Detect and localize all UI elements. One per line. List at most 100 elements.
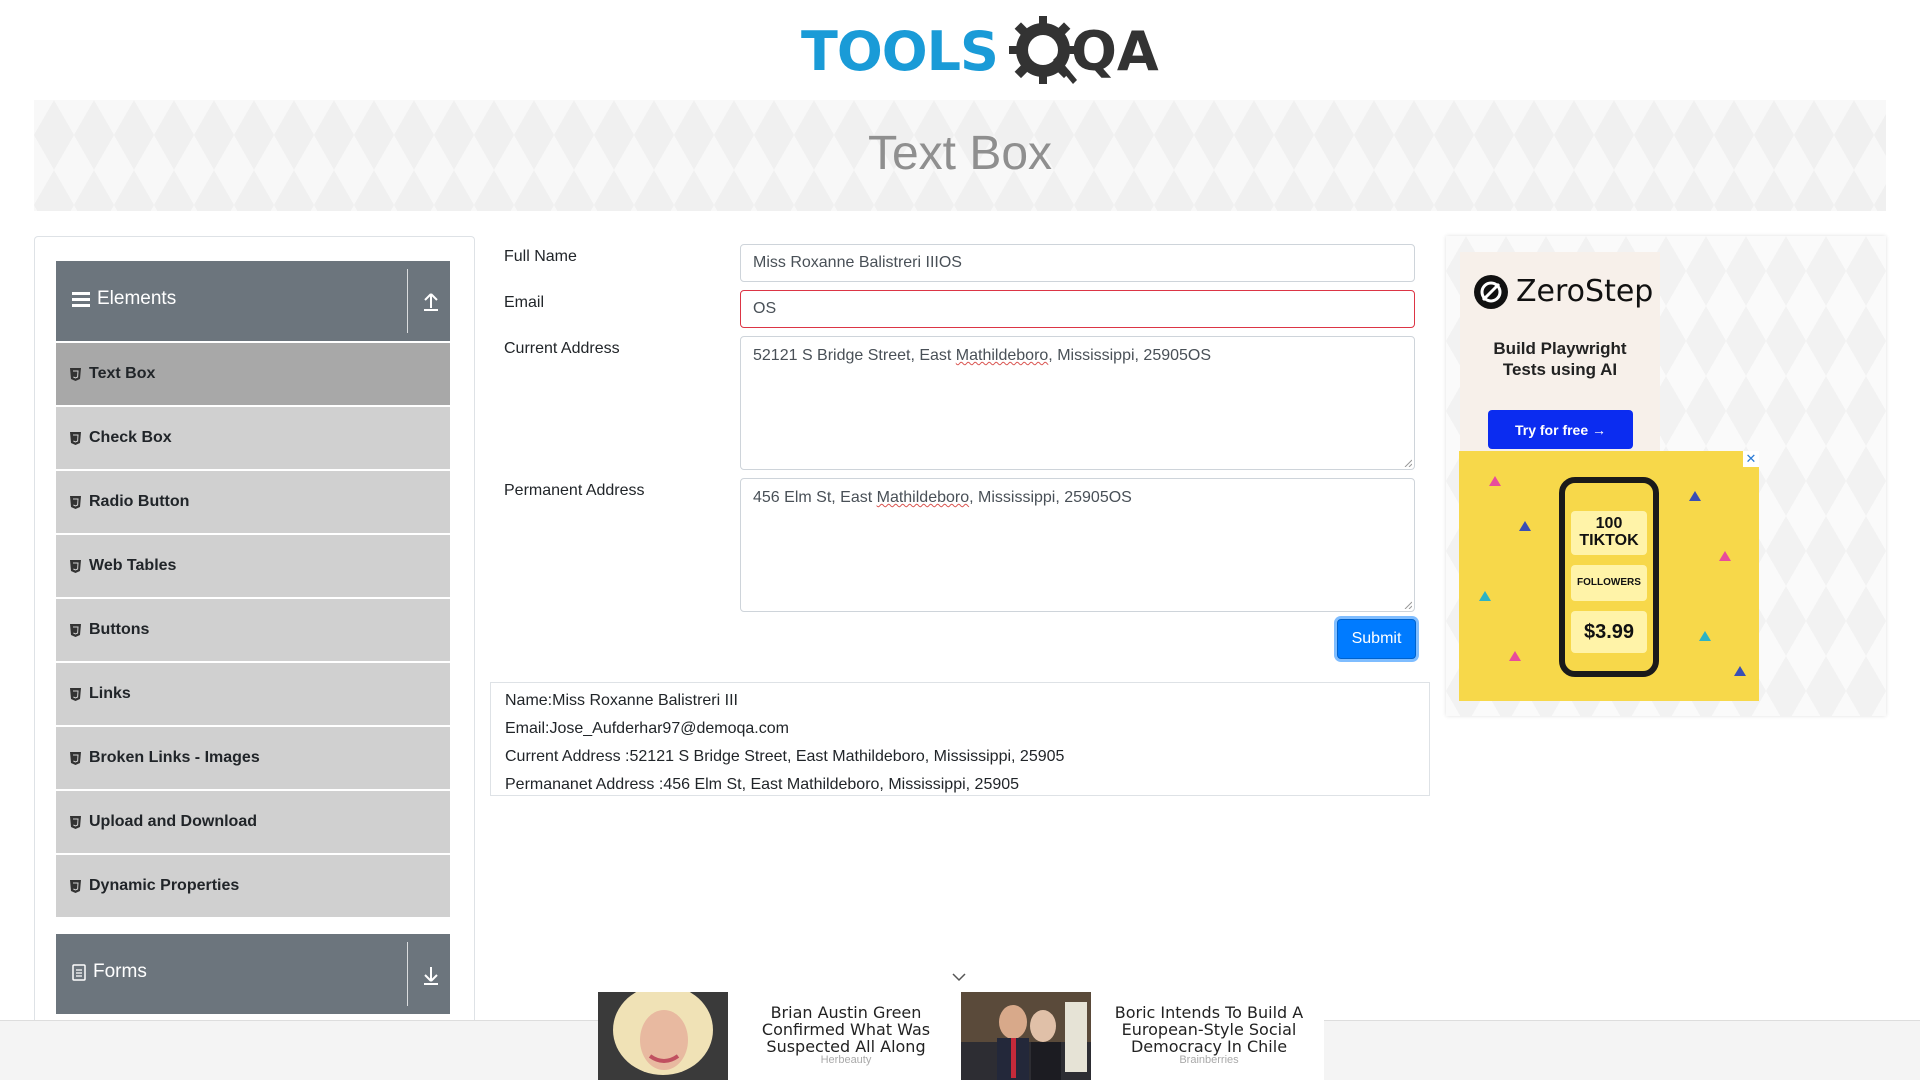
- divider: [407, 269, 408, 333]
- tiktok-count-box: 100 TIKTOK: [1571, 511, 1647, 555]
- ad-thumbnail-image: [961, 992, 1091, 1080]
- confetti-triangle: [1489, 476, 1501, 486]
- confetti-triangle: [1509, 651, 1521, 661]
- sidebar-item-label: Links: [89, 685, 131, 702]
- ad-source: Herbeauty: [820, 1054, 872, 1066]
- confetti-triangle: [1689, 491, 1701, 501]
- ad-title: Boric Intends To Build A European-Style …: [1114, 1003, 1304, 1056]
- sidebar-group-forms[interactable]: Forms: [56, 934, 450, 1014]
- sidebar-item-label: Broken Links - Images: [89, 749, 260, 766]
- confetti-triangle: [1719, 551, 1731, 561]
- html5-shield-icon: [70, 623, 81, 637]
- permanent-address-text-end: , Mississippi, 25905OS: [969, 489, 1132, 506]
- bottom-ad-item[interactable]: Boric Intends To Build A European-Style …: [961, 992, 1324, 1080]
- zerostep-ad[interactable]: ZeroStep Build Playwright Tests using AI…: [1460, 252, 1660, 452]
- try-for-free-button[interactable]: Try for free →: [1488, 410, 1633, 449]
- sidebar-item-links[interactable]: Links: [56, 663, 450, 725]
- html5-shield-icon: [70, 815, 81, 829]
- html5-shield-icon: [70, 559, 81, 573]
- full-name-input[interactable]: [740, 244, 1415, 282]
- hamburger-menu-icon: [72, 292, 90, 307]
- zerostep-tagline-line1: Build Playwright: [1493, 339, 1627, 358]
- sidebar-item-label: Dynamic Properties: [89, 877, 240, 894]
- confetti-triangle: [1519, 521, 1531, 531]
- sidebar-item-label: Web Tables: [89, 557, 177, 574]
- zerostep-logo-icon: [1474, 274, 1508, 309]
- resize-handle-icon[interactable]: [1404, 459, 1412, 467]
- sidebar-group-label: Elements: [97, 288, 177, 309]
- ad-close-icon[interactable]: ✕: [1743, 451, 1759, 467]
- confetti-triangle: [1699, 631, 1711, 641]
- sidebar-group-label: Forms: [93, 961, 147, 982]
- chevron-down-icon[interactable]: [950, 970, 968, 984]
- page-title: Text Box: [867, 127, 1053, 180]
- html5-shield-icon: [70, 431, 81, 445]
- tiktok-price: $3.99: [1571, 611, 1647, 653]
- toolsqa-logo[interactable]: TOOLS QA: [801, 14, 1159, 90]
- permanent-address-label: Permanent Address: [504, 482, 645, 499]
- submit-button[interactable]: Submit: [1337, 619, 1416, 659]
- download-arrow-icon[interactable]: [420, 962, 442, 986]
- zerostep-tagline: Build Playwright Tests using AI: [1460, 338, 1660, 380]
- ad-source: Brainberries: [1179, 1054, 1239, 1066]
- confetti-triangle: [1479, 591, 1491, 601]
- sidebar-item-broken-links-images[interactable]: Broken Links - Images: [56, 727, 450, 789]
- sidebar-item-label: Upload and Download: [89, 813, 257, 830]
- sidebar: Elements Text Box Check Box Radio Button…: [34, 236, 475, 1080]
- sidebar-item-buttons[interactable]: Buttons: [56, 599, 450, 661]
- sidebar-item-upload-and-download[interactable]: Upload and Download: [56, 791, 450, 853]
- tiktok-count: 100: [1595, 515, 1623, 532]
- current-address-textarea[interactable]: 52121 S Bridge Street, East Mathildeboro…: [740, 336, 1415, 470]
- logo-text-qa: QA: [1071, 20, 1159, 83]
- sidebar-item-web-tables[interactable]: Web Tables: [56, 535, 450, 597]
- upload-arrow-icon[interactable]: [420, 289, 442, 313]
- full-name-label: Full Name: [504, 248, 577, 265]
- sidebar-item-label: Check Box: [89, 429, 172, 446]
- sidebar-item-text-box[interactable]: Text Box: [56, 343, 450, 405]
- sidebar-item-radio-button[interactable]: Radio Button: [56, 471, 450, 533]
- html5-shield-icon: [70, 751, 81, 765]
- logo-text-tools: TOOLS: [801, 20, 999, 83]
- email-label: Email: [504, 294, 545, 311]
- tiktok-followers: FOLLOWERS: [1571, 565, 1647, 601]
- sidebar-menu-elements: Text Box Check Box Radio Button Web Tabl…: [56, 343, 450, 919]
- sidebar-item-label: Buttons: [89, 621, 150, 638]
- permanent-address-text: 456 Elm St, East: [753, 489, 877, 506]
- misspelled-word: Mathildeboro: [876, 489, 970, 506]
- output-permanent-address: Permananet Address :456 Elm St, East Mat…: [505, 776, 1020, 793]
- document-icon: [72, 963, 86, 981]
- ad-title: Brian Austin Green Confirmed What Was Su…: [761, 1003, 931, 1056]
- output-email: Email:Jose_Aufderhar97@demoqa.com: [505, 720, 789, 737]
- confetti-triangle: [1734, 666, 1746, 676]
- sidebar-item-label: Text Box: [89, 365, 156, 382]
- output-name: Name:Miss Roxanne Balistreri III: [505, 692, 738, 709]
- sidebar-item-check-box[interactable]: Check Box: [56, 407, 450, 469]
- bottom-ad-item[interactable]: Brian Austin Green Confirmed What Was Su…: [598, 992, 961, 1080]
- sidebar-item-label: Radio Button: [89, 493, 190, 510]
- html5-shield-icon: [70, 367, 81, 381]
- html5-shield-icon: [70, 879, 81, 893]
- zerostep-tagline-line2: Tests using AI: [1502, 360, 1618, 379]
- html5-shield-icon: [70, 687, 81, 701]
- ad-thumbnail-image: [598, 992, 728, 1080]
- misspelled-word: Mathildeboro: [955, 347, 1049, 364]
- current-address-label: Current Address: [504, 340, 620, 357]
- right-ad-panel: ZeroStep Build Playwright Tests using AI…: [1446, 236, 1886, 716]
- output-panel: Name:Miss Roxanne Balistreri III Email:J…: [490, 682, 1430, 796]
- sidebar-item-dynamic-properties[interactable]: Dynamic Properties: [56, 855, 450, 917]
- email-input[interactable]: [740, 290, 1415, 328]
- permanent-address-textarea[interactable]: 456 Elm St, East Mathildeboro, Mississip…: [740, 478, 1415, 612]
- output-current-address: Current Address :52121 S Bridge Street, …: [505, 748, 1065, 765]
- resize-handle-icon[interactable]: [1404, 601, 1412, 609]
- sidebar-group-elements[interactable]: Elements: [56, 261, 450, 341]
- zerostep-brand: ZeroStep: [1516, 274, 1654, 309]
- phone-illustration: 100 TIKTOK FOLLOWERS $3.99: [1559, 477, 1659, 677]
- current-address-text: 52121 S Bridge Street, East: [753, 347, 956, 364]
- page-banner: Text Box: [34, 100, 1886, 211]
- tiktok-followers-ad[interactable]: 100 TIKTOK FOLLOWERS $3.99 ✕: [1459, 451, 1759, 701]
- divider: [407, 942, 408, 1006]
- tiktok-brand: TIKTOK: [1579, 532, 1639, 549]
- bottom-ad: Brian Austin Green Confirmed What Was Su…: [598, 992, 1324, 1080]
- html5-shield-icon: [70, 495, 81, 509]
- current-address-text-end: , Mississippi, 25905OS: [1048, 347, 1212, 364]
